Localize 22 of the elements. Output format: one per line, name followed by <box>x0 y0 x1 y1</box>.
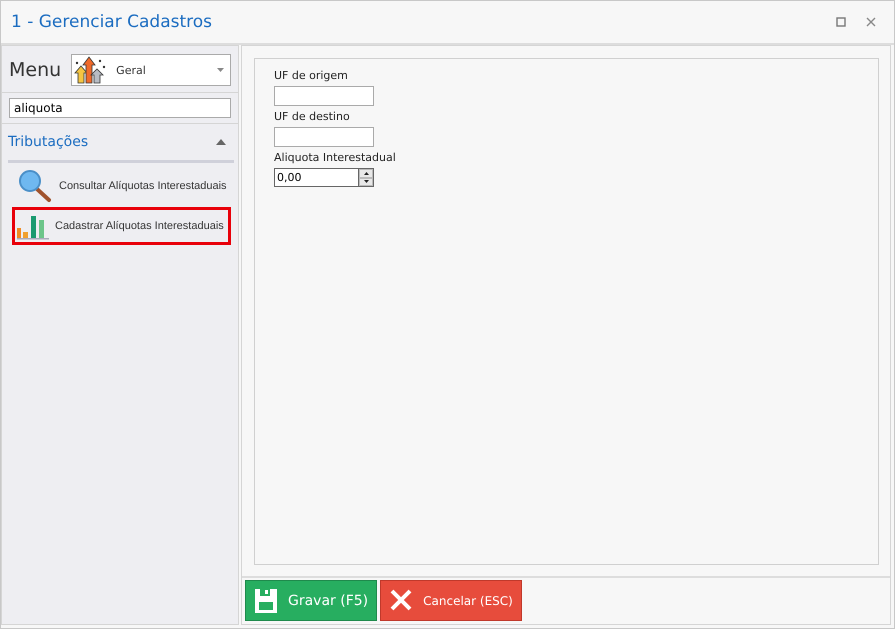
window-title: 1 - Gerenciar Cadastros <box>11 12 214 32</box>
text-field[interactable] <box>274 86 374 106</box>
close-icon[interactable] <box>866 17 876 27</box>
up-arrow-icon[interactable] <box>364 172 368 175</box>
collapse-icon <box>216 139 226 145</box>
menu-item[interactable]: Consultar Alíquotas Interestaduais <box>12 167 234 205</box>
search-field[interactable]: aliquota <box>9 98 231 118</box>
down-arrow-icon[interactable] <box>364 180 368 184</box>
cancel-button[interactable]: Cancelar (ESC) <box>380 580 522 621</box>
module-dropdown[interactable]: Geral <box>71 54 231 86</box>
number-field[interactable]: 0,00 <box>274 168 358 187</box>
text-field[interactable] <box>274 127 374 147</box>
field-label: UF de destino <box>274 110 351 123</box>
maximize-icon[interactable] <box>836 17 846 27</box>
group-header[interactable]: Tributações <box>2 124 238 160</box>
save-icon <box>254 588 278 614</box>
field-label: UF de origem <box>274 69 349 82</box>
menu-item[interactable]: Cadastrar Alíquotas Interestaduais <box>12 207 231 245</box>
menu-label: Menu <box>9 59 62 81</box>
caret-icon <box>217 68 224 72</box>
field-label: Aliquota Interestadual <box>274 151 397 164</box>
magnifier-icon <box>17 169 53 203</box>
